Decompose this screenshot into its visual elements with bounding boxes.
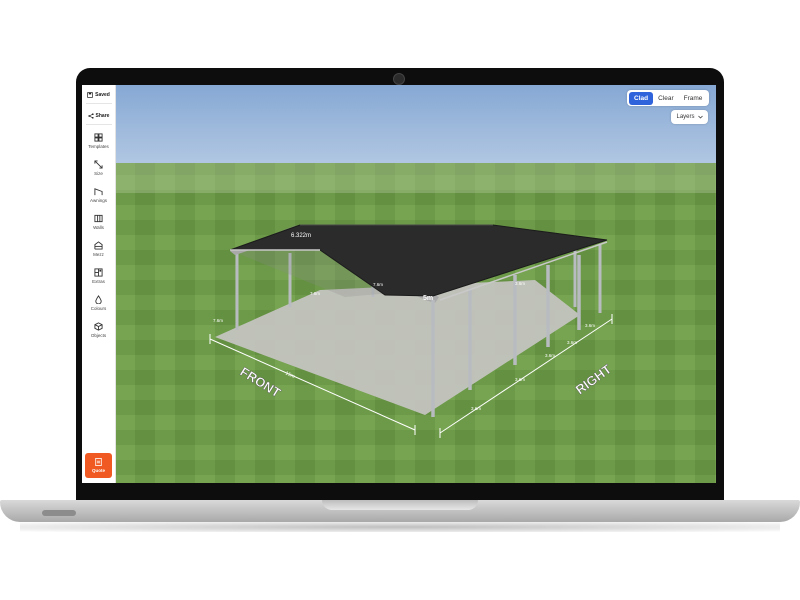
quote-label: Quote	[92, 468, 105, 473]
saved-label: Saved	[95, 91, 110, 98]
sidebar-item-extras[interactable]: Extras	[83, 262, 114, 289]
layers-label: Layers	[676, 114, 695, 120]
sidebar-item-size[interactable]: Size	[83, 154, 114, 181]
chevron-down-icon	[697, 115, 703, 119]
ridge-label: 6.322m	[291, 233, 311, 239]
sidebar-item-label: Templates	[88, 143, 109, 149]
sidebar-item-walls[interactable]: Walls	[83, 208, 114, 235]
sky	[115, 85, 716, 169]
view-mode-clad[interactable]: Clad	[629, 91, 654, 105]
bay-2-label: 3.6m	[515, 377, 525, 382]
3d-viewport[interactable]: 5m 6.322m 15m 7.6m 3.6m 3.6m 3.6m 3.6m 3…	[115, 85, 716, 483]
left-side-label: 7.6m	[213, 318, 223, 323]
share-label: Share	[95, 112, 110, 119]
sidebar-item-mezz[interactable]: Mezz	[83, 235, 114, 262]
share-button[interactable]: Share	[83, 109, 114, 122]
bay-1-label: 3.6m	[471, 406, 481, 411]
awning-icon	[94, 187, 103, 195]
templates-icon	[94, 132, 103, 142]
quote-button[interactable]: Quote	[85, 453, 112, 478]
save-icon	[87, 91, 93, 98]
sidebar-divider	[85, 124, 112, 125]
sidebar-item-label: Extras	[92, 278, 105, 284]
sidebar-item-label: Walls	[93, 224, 104, 230]
document-icon	[95, 458, 102, 466]
laptop-notch	[322, 500, 478, 510]
height-label: 5m	[423, 295, 433, 302]
sidebar-item-label: Objects	[90, 332, 107, 338]
sidebar-item-label: Mezz	[93, 251, 104, 257]
sidebar-item-colours[interactable]: Colours	[83, 289, 114, 316]
rear-label-1: 7.6m	[310, 291, 320, 296]
share-icon	[87, 112, 94, 119]
sidebar-divider	[85, 103, 112, 104]
extras-icon	[94, 267, 103, 277]
view-mode-toggle: Clad Clear Frame	[627, 90, 710, 106]
walls-icon	[94, 214, 103, 222]
sidebar: Saved Share Templates Size Awnings Walls…	[82, 85, 116, 483]
bay-4-label: 3.6m	[567, 340, 577, 345]
bay-3-label: 3.6m	[545, 353, 555, 358]
droplet-icon	[95, 294, 102, 304]
sidebar-item-label: Size	[94, 170, 103, 176]
app-screen: 5m 6.322m 15m 7.6m 3.6m 3.6m 3.6m 3.6m 3…	[82, 85, 716, 483]
resize-icon	[94, 159, 103, 169]
rear-label-2: 7.6m	[373, 282, 383, 287]
sidebar-item-objects[interactable]: Objects	[83, 316, 114, 343]
sidebar-item-label: Awnings	[90, 197, 107, 203]
mezzanine-icon	[94, 240, 103, 250]
webcam	[393, 73, 405, 85]
laptop-vent	[42, 510, 76, 516]
view-mode-frame[interactable]: Frame	[679, 92, 708, 105]
saved-button[interactable]: Saved	[83, 88, 114, 101]
layers-dropdown[interactable]: Layers	[671, 110, 708, 124]
sidebar-item-label: Colours	[90, 305, 107, 311]
cube-icon	[94, 321, 103, 331]
laptop-shadow	[20, 522, 780, 532]
sidebar-item-templates[interactable]: Templates	[83, 127, 114, 154]
back-label: 3.6m	[515, 281, 525, 286]
bay-5-label: 3.6m	[585, 323, 595, 328]
sidebar-item-awnings[interactable]: Awnings	[83, 181, 114, 208]
view-mode-clear[interactable]: Clear	[653, 92, 679, 105]
